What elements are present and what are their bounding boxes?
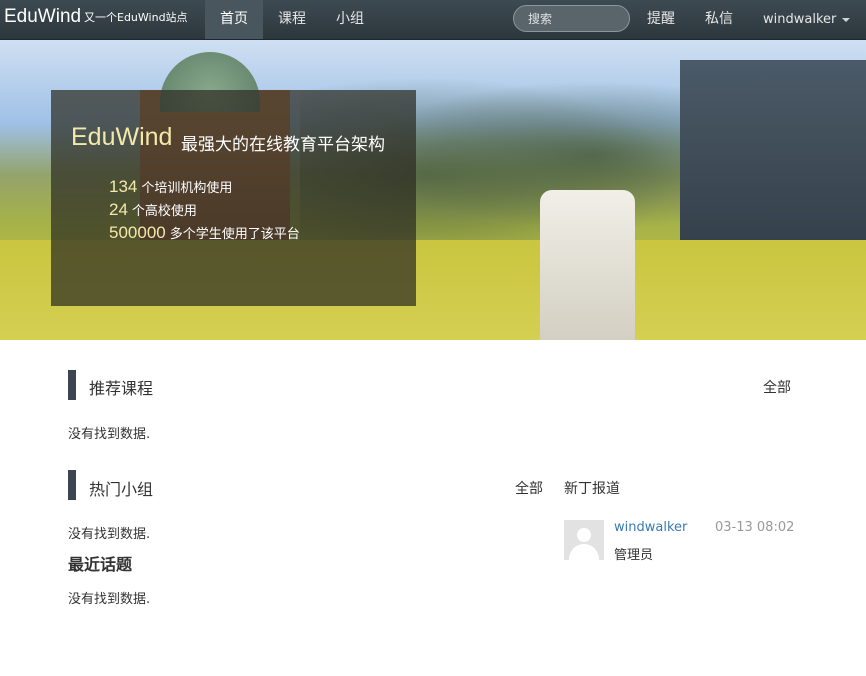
site-subtitle: 又一个EduWind站点 <box>84 11 188 24</box>
member-join-time: 03-13 08:02 <box>715 520 795 535</box>
newcomers-link[interactable]: 新丁报道 <box>564 478 620 498</box>
hero-banner: EduWind 最强大的在线教育平台架构 134 个培训机构使用 24 个高校使用 … <box>0 40 866 340</box>
hero-title: EduWind <box>71 123 173 151</box>
hero-info-panel: EduWind 最强大的在线教育平台架构 134 个培训机构使用 24 个高校使用 … <box>51 90 416 306</box>
hero-stat-number: 500000 <box>109 223 166 242</box>
hero-stat: 24 个高校使用 <box>109 200 197 220</box>
member-role: 管理员 <box>614 548 654 563</box>
hero-stat-number: 134 <box>109 177 138 196</box>
hero-building-right <box>680 60 866 250</box>
nav-notifications[interactable]: 提醒 <box>647 0 675 39</box>
hot-groups-title: 热门小组 <box>89 480 154 499</box>
member-name-link[interactable]: windwalker <box>614 520 687 535</box>
user-menu[interactable]: windwalker <box>763 0 851 39</box>
nav-messages[interactable]: 私信 <box>705 0 733 39</box>
section-marker <box>68 470 76 500</box>
user-menu-label: windwalker <box>763 12 837 27</box>
avatar[interactable] <box>564 520 604 560</box>
hero-stat-number: 24 <box>109 200 128 219</box>
avatar-placeholder-icon <box>577 528 591 542</box>
recommended-courses-title: 推荐课程 <box>89 379 154 398</box>
nav-home[interactable]: 首页 <box>205 0 263 39</box>
recent-topics-title: 最近话题 <box>68 555 133 574</box>
search-input[interactable] <box>513 5 630 32</box>
hero-stat: 134 个培训机构使用 <box>109 177 232 197</box>
hero-tagline: 最强大的在线教育平台架构 <box>181 135 385 155</box>
avatar-body <box>569 544 599 560</box>
recommended-empty-text: 没有找到数据. <box>68 427 151 442</box>
hero-stat-text: 个培训机构使用 <box>141 181 233 196</box>
hero-sundial-statue <box>540 190 635 340</box>
nav-courses[interactable]: 课程 <box>278 0 306 39</box>
recommended-all-link[interactable]: 全部 <box>763 377 791 397</box>
caret-down-icon <box>842 17 851 22</box>
hero-stat-text: 多个学生使用了该平台 <box>169 227 300 242</box>
brand-logo[interactable]: EduWind <box>4 6 81 28</box>
hot-groups-empty-text: 没有找到数据. <box>68 527 151 542</box>
navbar: EduWind 又一个EduWind站点 首页 课程 小组 提醒 私信 wind… <box>0 0 866 40</box>
recent-topics-empty-text: 没有找到数据. <box>68 592 151 607</box>
hero-stat: 500000 多个学生使用了该平台 <box>109 223 300 243</box>
nav-groups[interactable]: 小组 <box>336 0 364 39</box>
section-marker <box>68 370 76 400</box>
hero-stat-text: 个高校使用 <box>131 204 197 219</box>
hot-groups-all-link[interactable]: 全部 <box>515 478 543 498</box>
